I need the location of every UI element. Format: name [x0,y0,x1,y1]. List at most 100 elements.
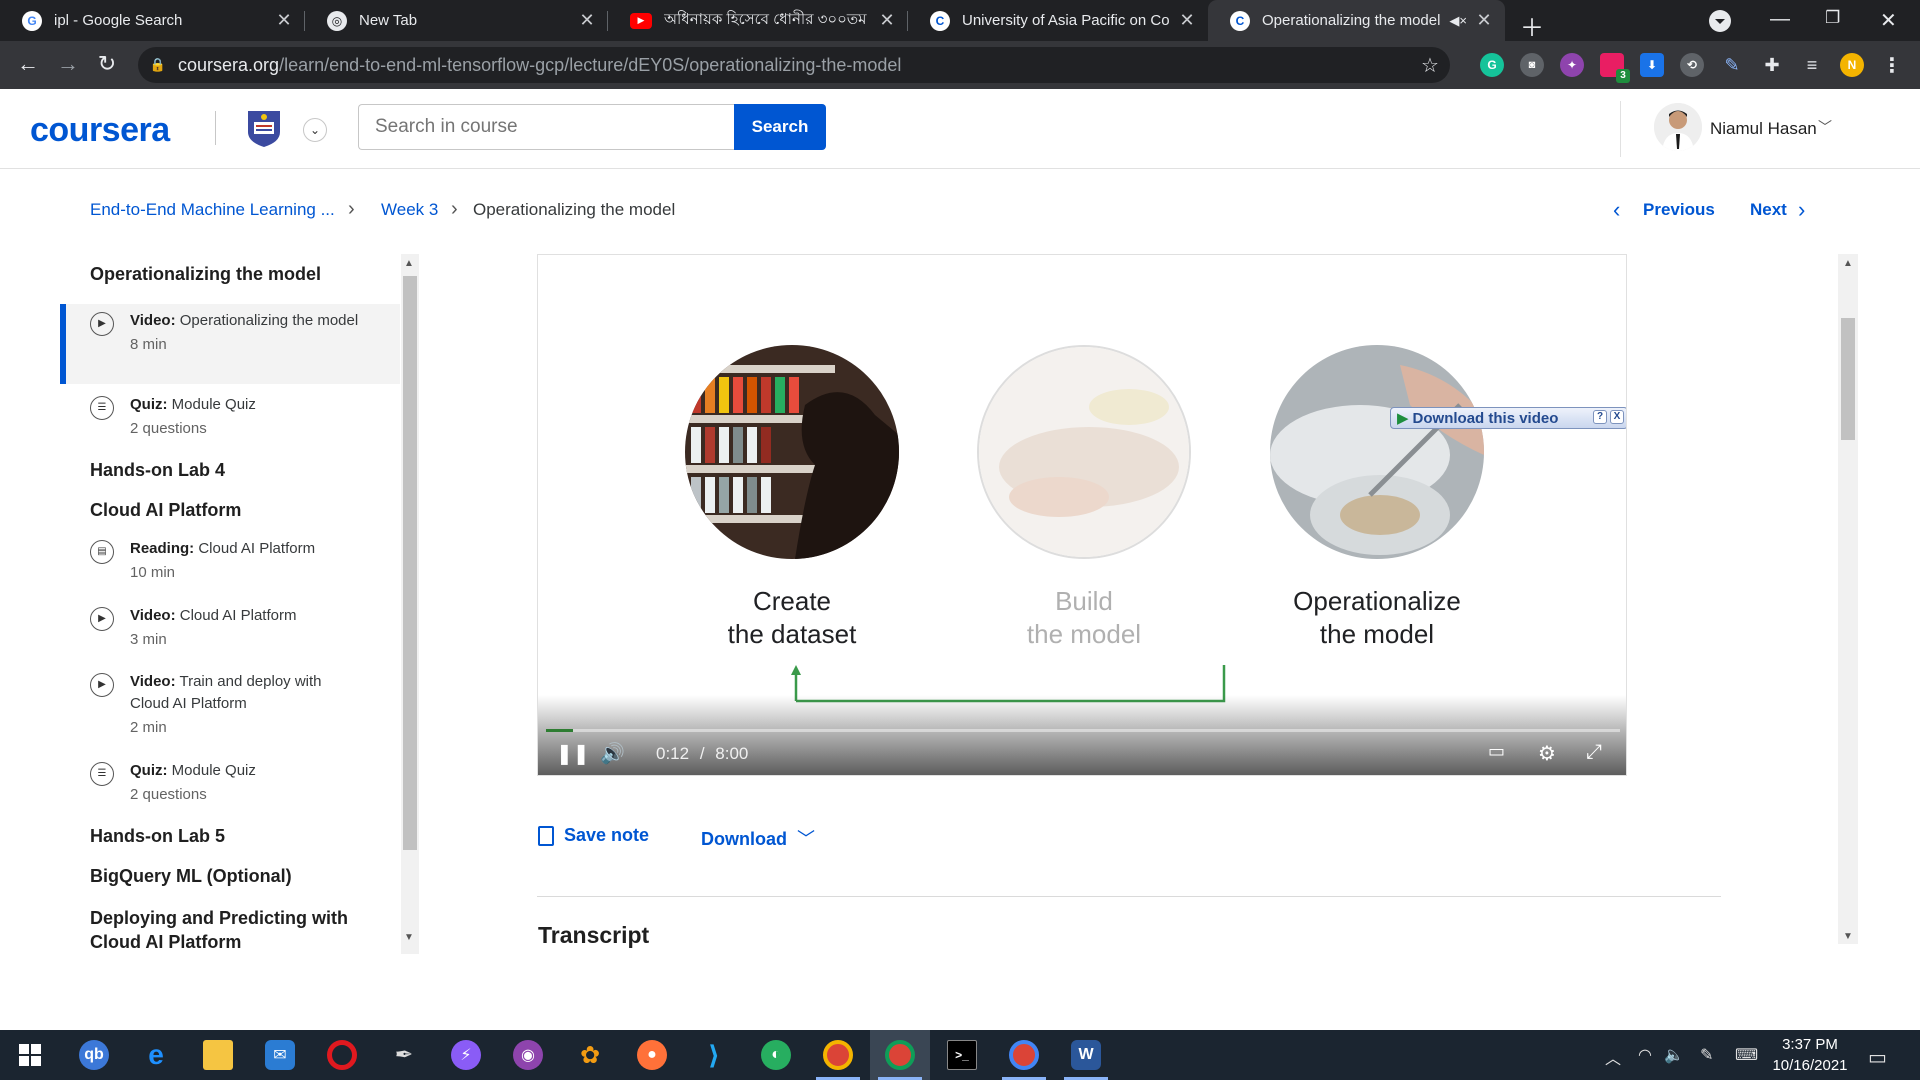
qbittorrent-icon[interactable]: qb [64,1030,124,1080]
close-icon[interactable]: ✕ [578,10,596,31]
tab-operationalizing[interactable]: C Operationalizing the model | ◀× ✕ [1208,0,1505,41]
restore-icon[interactable]: ❐ [1825,8,1840,28]
back-arrow-icon[interactable]: ← [14,51,42,77]
extension-badge-icon[interactable]: 3 [1600,53,1630,83]
close-icon[interactable]: ✕ [1178,10,1196,31]
new-tab-icon[interactable]: ＋ [1520,8,1544,43]
close-icon[interactable]: ✕ [275,10,293,31]
chevron-down-icon[interactable]: ﹀ [1818,117,1832,137]
pen-icon[interactable]: ✎ [1720,53,1744,77]
sidebar-section-title[interactable]: Hands-on Lab 5 [90,826,225,847]
sidebar-section-title[interactable]: BigQuery ML (Optional) [90,866,292,887]
breadcrumb-week[interactable]: Week 3 [381,200,438,220]
inkscape-icon[interactable]: ✒ [374,1030,434,1080]
sidebar-scrollbar-thumb[interactable] [403,276,417,850]
media-queue-icon[interactable]: ≡ [1800,53,1824,77]
close-icon[interactable]: X [1610,410,1624,424]
sidebar-item-quiz[interactable]: ☰ Quiz: Module Quiz 2 questions [60,760,400,806]
bookmark-star-icon[interactable]: ☆ [1410,53,1450,78]
paint-icon[interactable]: ✿ [560,1030,620,1080]
opera-icon[interactable] [312,1030,372,1080]
fullscreen-icon[interactable]: ⤢ [1586,741,1602,764]
search-input[interactable]: Search in course [358,104,734,150]
subtitles-icon[interactable]: ▭ [1488,741,1505,762]
chevron-left-icon[interactable]: ‹ [1613,197,1620,223]
grammarly-icon[interactable]: G [1480,53,1504,77]
sidebar-item-video-cloud-ai[interactable]: ▶ Video: Cloud AI Platform 3 min [60,605,400,651]
extension-icon[interactable]: ✦ [1560,53,1584,77]
download-extension-icon[interactable]: ⬇ [1640,53,1664,77]
terminal-icon[interactable]: >_ [932,1030,992,1080]
firefox-icon[interactable]: ● [622,1030,682,1080]
search-button[interactable]: Search [734,104,826,150]
chevron-down-icon[interactable]: ⌄ [303,118,327,142]
university-crest-icon[interactable] [244,108,284,148]
wifi-icon[interactable]: ◠ [1638,1045,1652,1065]
keyboard-icon[interactable]: ⌨ [1735,1045,1758,1065]
sidebar-item-video-train-deploy[interactable]: ▶ Video: Train and deploy with Cloud AI … [60,671,360,739]
sidebar-item-video-operationalizing[interactable]: ▶ Video: Operationalizing the model 8 mi… [60,304,400,384]
puzzle-icon[interactable]: ✚ [1760,53,1784,77]
scroll-down-icon[interactable]: ▼ [404,932,414,943]
taskbar-clock[interactable]: 3:37 PM 10/16/2021 [1770,1034,1850,1076]
chevron-right-icon[interactable]: › [1798,197,1805,223]
chrome-profile-taskbar-icon[interactable] [870,1030,930,1080]
lock-icon[interactable]: 🔒 [138,57,178,73]
sidebar-item-reading[interactable]: ▤ Reading: Cloud AI Platform 10 min [60,538,400,584]
chrome-taskbar-icon[interactable] [808,1030,868,1080]
page-scrollbar-thumb[interactable] [1841,318,1855,440]
close-icon[interactable]: ✕ [1475,10,1493,31]
sidebar-section-title[interactable]: Cloud AI Platform [90,500,241,521]
breadcrumb-course[interactable]: End-to-End Machine Learning ... [90,200,335,220]
video-player[interactable]: Create the dataset Build the model Opera… [537,254,1627,776]
save-note-button[interactable]: Save note [538,825,649,847]
scroll-down-icon[interactable]: ▼ [1843,931,1853,942]
messenger-icon[interactable]: ⚡ [436,1030,496,1080]
progress-bar[interactable] [546,729,1620,732]
tab-university[interactable]: C University of Asia Pacific on Cour ✕ [908,0,1208,41]
scroll-up-icon[interactable]: ▲ [1843,258,1853,269]
tab-new-tab[interactable]: ◎ New Tab ✕ [305,0,608,41]
tab-youtube[interactable]: ▶ অধিনায়ক হিসেবে ধোনীর ৩০০তম ✕ [608,0,908,41]
mail-icon[interactable]: ✉ [250,1030,310,1080]
sidebar-section-title[interactable]: Hands-on Lab 4 [90,460,225,481]
minimize-icon[interactable]: — [1770,8,1790,31]
reload-icon[interactable]: ↻ [93,51,121,77]
file-explorer-icon[interactable] [188,1030,248,1080]
profile-avatar[interactable]: N [1840,53,1864,77]
kebab-menu-icon[interactable]: ⋮ [1880,53,1904,77]
sidebar-item-quiz[interactable]: ☰ Quiz: Module Quiz 2 questions [60,394,400,440]
edge-icon[interactable]: e [126,1030,186,1080]
settings-gear-icon[interactable]: ⚙ [1538,741,1556,766]
tray-chevron-up-icon[interactable]: ︿ [1605,1045,1621,1069]
github-desktop-icon[interactable]: ◉ [498,1030,558,1080]
volume-tray-icon[interactable]: 🔈 [1664,1045,1684,1065]
tab-google-search[interactable]: G ipl - Google Search ✕ [0,0,305,41]
next-button[interactable]: Next [1750,200,1787,220]
sidebar-section-title[interactable]: Deploying and Predicting with Cloud AI P… [90,906,380,954]
notification-icon[interactable]: ▭ [1868,1045,1887,1070]
close-icon[interactable]: ✕ [878,10,896,31]
user-name[interactable]: Niamul Hasan [1710,119,1817,139]
speaker-muted-icon[interactable]: ◀× [1449,13,1467,29]
vscode-icon[interactable]: ⟩ [684,1030,744,1080]
forward-arrow-icon[interactable]: → [54,51,82,77]
link-icon[interactable]: ⟲ [1680,53,1704,77]
globe-app-icon[interactable]: ◐ [746,1030,806,1080]
address-bar[interactable]: 🔒 coursera.org/learn/end-to-end-ml-tenso… [138,47,1450,83]
help-icon[interactable]: ? [1593,410,1607,424]
url-text[interactable]: coursera.org/learn/end-to-end-ml-tensorf… [178,55,1410,76]
pause-icon[interactable]: ❚❚ [556,741,590,766]
chrome-ek-taskbar-icon[interactable] [994,1030,1054,1080]
previous-button[interactable]: Previous [1643,200,1715,220]
camera-icon[interactable]: ◙ [1520,53,1544,77]
word-icon[interactable]: W [1056,1030,1116,1080]
download-button[interactable]: Download ﹀ [701,825,815,851]
volume-icon[interactable]: 🔊 [600,741,625,766]
pen-tray-icon[interactable]: ✎ [1700,1045,1713,1065]
sidebar-section-title[interactable]: Operationalizing the model [90,264,321,285]
tab-search-icon[interactable] [1709,10,1731,32]
avatar[interactable] [1654,103,1702,151]
close-window-icon[interactable]: ✕ [1880,8,1897,33]
coursera-logo[interactable]: coursera [30,111,170,150]
